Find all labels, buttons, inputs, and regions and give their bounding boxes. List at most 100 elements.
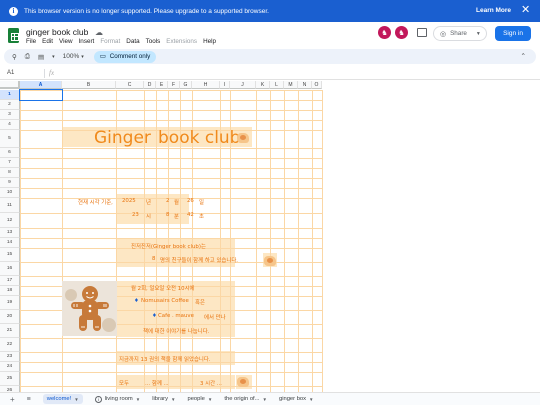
comment-history-icon[interactable] xyxy=(417,28,427,37)
chevron-down-icon[interactable]: ▾ xyxy=(81,54,84,60)
row-header-1[interactable]: 1 xyxy=(0,90,20,100)
column-header-m[interactable]: M xyxy=(284,81,298,89)
search-icon[interactable]: ⚲ xyxy=(12,53,17,61)
tab-welcome[interactable]: welcome! ▼ xyxy=(42,394,83,404)
print-icon[interactable]: ⎙ xyxy=(25,53,30,61)
row-header-7[interactable]: 7 xyxy=(0,158,20,168)
collapse-toolbar-icon[interactable]: ⌃ xyxy=(521,52,526,60)
row-header-21[interactable]: 21 xyxy=(0,324,20,338)
row-header-2[interactable]: 2 xyxy=(0,100,20,110)
cell-text[interactable]: 에서 만나 xyxy=(204,313,226,321)
cell-text[interactable]: 8 xyxy=(166,212,169,218)
row-header-23[interactable]: 23 xyxy=(0,352,20,362)
row-header-22[interactable]: 22 xyxy=(0,338,20,352)
column-header-o[interactable]: O xyxy=(312,81,322,89)
cell-text[interactable]: 현재 시각 기준, xyxy=(78,198,113,206)
row-header-9[interactable]: 9 xyxy=(0,178,20,188)
column-header-l[interactable]: L xyxy=(270,81,284,89)
zoom-select[interactable]: 100% xyxy=(63,53,80,60)
tab-ginger-box[interactable]: ginger box ▼ xyxy=(279,396,314,402)
comment-only-button[interactable]: ▭ Comment only xyxy=(93,50,157,63)
column-header-j[interactable]: J xyxy=(230,81,256,89)
chevron-down-icon[interactable]: ▾ xyxy=(52,54,55,60)
cell-text[interactable]: 분 xyxy=(174,212,179,220)
menu-edit[interactable]: Edit xyxy=(42,38,53,45)
row-header-24[interactable]: 24 xyxy=(0,362,20,372)
cloud-status-icon[interactable]: ☁ xyxy=(95,28,103,37)
add-sheet-icon[interactable]: + xyxy=(10,395,15,404)
column-header-f[interactable]: F xyxy=(168,81,180,89)
cell-text[interactable]: 42 xyxy=(187,212,194,218)
share-button[interactable]: ◎ Share ▼ xyxy=(433,26,487,41)
cell-text[interactable]: Cafe . mauve xyxy=(158,313,194,319)
title-cell[interactable]: Ginger xyxy=(94,128,151,148)
title-cell[interactable]: book club xyxy=(158,128,240,148)
menu-insert[interactable]: Insert xyxy=(79,38,95,45)
cell-text[interactable]: Nomusairs Coffee xyxy=(141,298,189,304)
cell-text[interactable]: 23 xyxy=(132,212,139,218)
cell-text[interactable]: 진저진저(Ginger book club)는 xyxy=(131,242,206,250)
paint-format-icon[interactable]: ▤ xyxy=(38,53,44,61)
column-header-e[interactable]: E xyxy=(156,81,168,89)
row-header-5[interactable]: 5 xyxy=(0,130,20,148)
column-header-i[interactable]: I xyxy=(220,81,230,89)
cell-text[interactable]: 모두 xyxy=(119,379,129,387)
menu-data[interactable]: Data xyxy=(126,38,139,45)
cell-text[interactable]: 8 xyxy=(152,256,155,262)
column-header-d[interactable]: D xyxy=(144,81,156,89)
row-header-12[interactable]: 12 xyxy=(0,213,20,228)
spreadsheet-grid[interactable]: A B C D E F G H I J K L M N O 1 2 3 4 5 6 7 8 9 10 11 12 13 14 15 16 17… xyxy=(0,81,540,392)
column-header-b[interactable]: B xyxy=(62,81,116,89)
selected-cell-a1[interactable] xyxy=(19,89,63,101)
tab-living-room[interactable]: i living room ▼ xyxy=(94,395,140,403)
name-box[interactable]: A1 xyxy=(7,70,14,76)
viewer-avatar[interactable]: ♞ xyxy=(395,26,408,39)
tab-library[interactable]: library ▼ xyxy=(152,396,175,402)
cell-text[interactable]: 2025 xyxy=(122,198,136,204)
cell-text[interactable]: 년 xyxy=(146,198,151,206)
document-title[interactable]: ginger book club xyxy=(26,27,88,37)
menu-file[interactable]: File xyxy=(26,38,36,45)
column-header-c[interactable]: C xyxy=(116,81,144,89)
row-header-16[interactable]: 16 xyxy=(0,262,20,276)
cell-text[interactable]: 책에 대한 이야기를 나눕니다. xyxy=(143,327,209,335)
cell-text[interactable]: 2 xyxy=(166,198,169,204)
cell-text[interactable]: 월 2회, 일요일 오전 10시에 xyxy=(131,284,195,292)
viewer-avatar[interactable]: ♞ xyxy=(378,26,391,39)
column-header-a[interactable]: A xyxy=(20,81,62,89)
sign-in-button[interactable]: Sign in xyxy=(495,26,531,41)
cell-text[interactable]: 혹은 xyxy=(195,298,205,306)
tab-the-origin[interactable]: the origin of... ▼ xyxy=(224,396,267,402)
row-header-11[interactable]: 11 xyxy=(0,198,20,213)
cell-text[interactable]: 초 xyxy=(199,212,204,220)
row-header-4[interactable]: 4 xyxy=(0,120,20,130)
row-header-25[interactable]: 25 xyxy=(0,372,20,386)
row-header-3[interactable]: 3 xyxy=(0,110,20,120)
column-header-g[interactable]: G xyxy=(180,81,192,89)
row-header-18[interactable]: 18 xyxy=(0,286,20,296)
row-header-15[interactable]: 15 xyxy=(0,248,20,262)
column-header-k[interactable]: K xyxy=(256,81,270,89)
row-header-19[interactable]: 19 xyxy=(0,296,20,310)
cell-text[interactable]: 지금까지 13 권의 책을 함께 읽었습니다. xyxy=(119,355,211,363)
row-header-14[interactable]: 14 xyxy=(0,238,20,248)
column-header-n[interactable]: N xyxy=(298,81,312,89)
row-header-6[interactable]: 6 xyxy=(0,148,20,158)
cell-text[interactable]: 26 xyxy=(187,198,194,204)
menu-extensions[interactable]: Extensions xyxy=(166,38,197,45)
menu-tools[interactable]: Tools xyxy=(146,38,161,45)
row-header-17[interactable]: 17 xyxy=(0,276,20,286)
row-header-8[interactable]: 8 xyxy=(0,168,20,178)
cell-text[interactable]: ... 함께 ... xyxy=(145,379,169,387)
cell-text[interactable]: 명의 친구들이 함께 하고 있습니다. xyxy=(160,256,238,264)
all-sheets-icon[interactable]: ≡ xyxy=(27,396,31,403)
cell-text[interactable]: 월 xyxy=(174,198,179,206)
learn-more-link[interactable]: Learn More xyxy=(476,7,511,14)
cell-text[interactable]: 3 시간 ... xyxy=(200,379,222,387)
cell-text[interactable]: 시 xyxy=(146,212,151,220)
close-icon[interactable]: ✕ xyxy=(521,4,530,16)
cell-text[interactable]: 일 xyxy=(199,198,204,206)
menu-view[interactable]: View xyxy=(59,38,73,45)
column-header-h[interactable]: H xyxy=(192,81,220,89)
row-header-10[interactable]: 10 xyxy=(0,188,20,198)
